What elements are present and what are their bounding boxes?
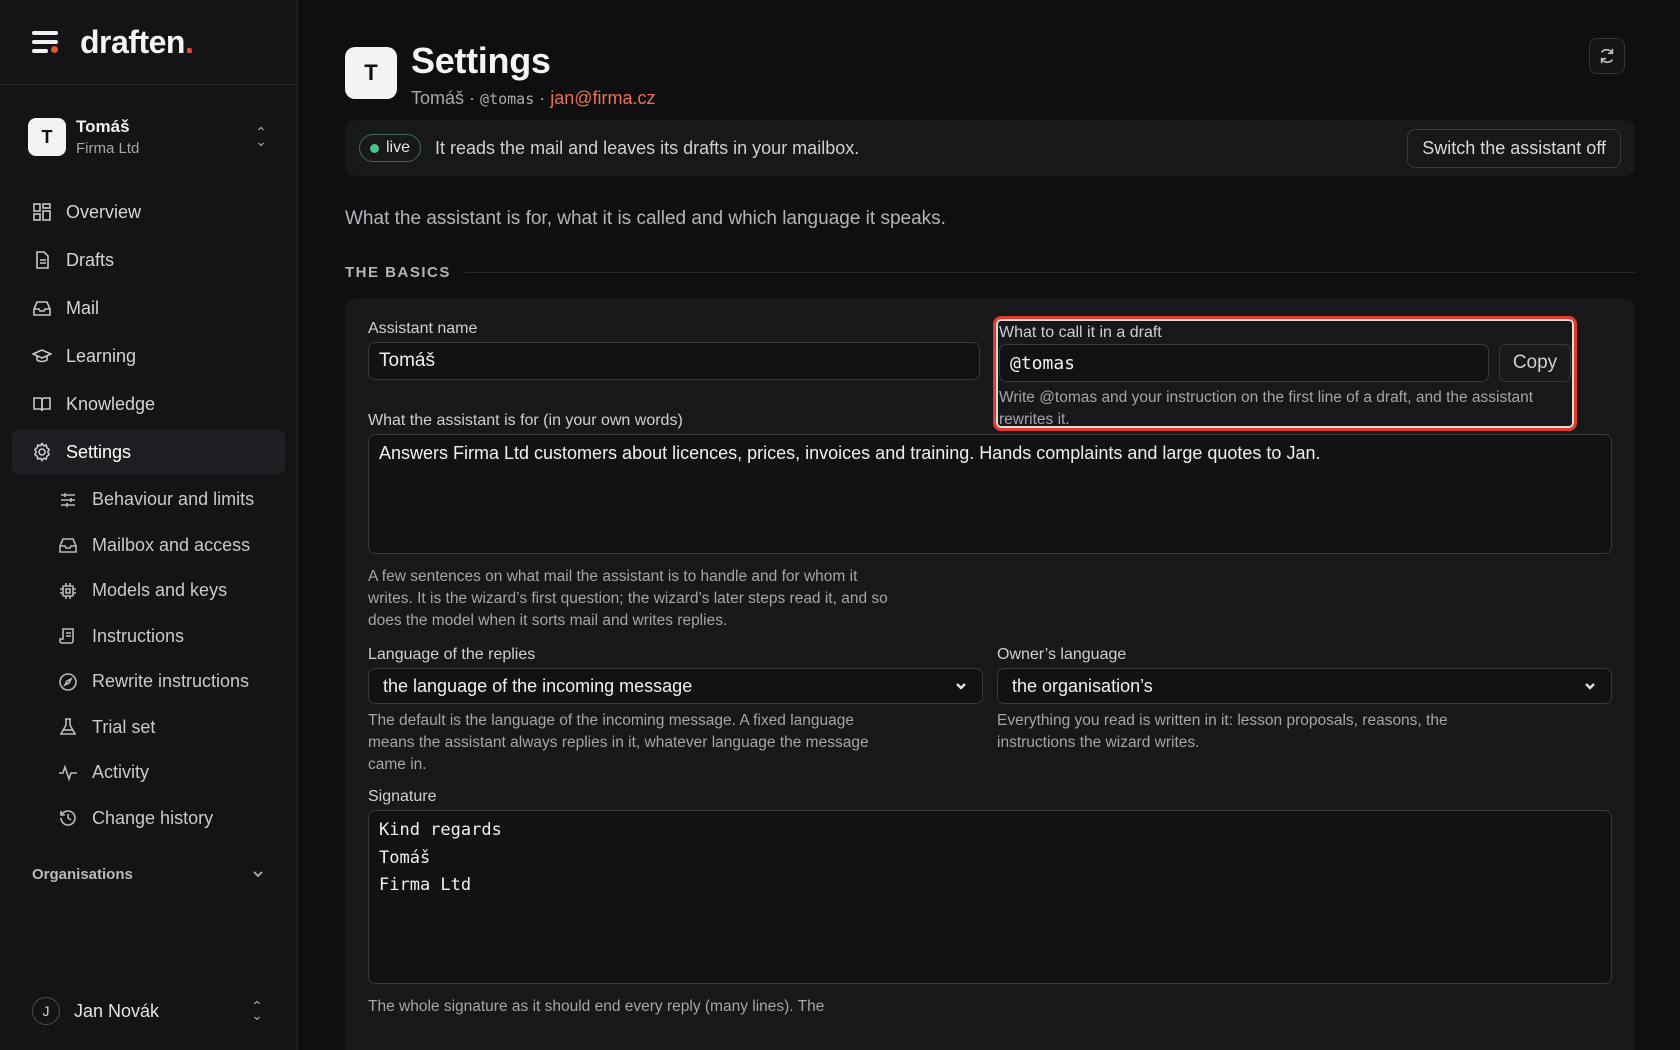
account-avatar: T: [28, 118, 66, 156]
chevron-down-icon: [956, 683, 966, 690]
user-name: Jan Novák: [74, 1000, 160, 1021]
purpose-help: A few sentences on what mail the assista…: [368, 568, 888, 629]
scroll-icon: [59, 628, 74, 645]
subnav-item-change-history[interactable]: Change history: [0, 796, 297, 842]
chevron-down-icon: [253, 871, 263, 878]
reply-language-label: Language of the replies: [368, 646, 536, 663]
assistant-status-bar: live It reads the mail and leaves its dr…: [345, 120, 1635, 176]
reply-language-help: The default is the language of the incom…: [368, 712, 869, 773]
nav-item-learning[interactable]: Learning: [12, 333, 285, 379]
draft-call-label: What to call it in a draft: [999, 324, 1162, 341]
page-header: T Settings Tomáš · @tomas · jan@firma.cz: [345, 0, 1635, 120]
settings-subnav: Behaviour and limits Mailbox and access …: [0, 477, 297, 841]
refresh-icon: [1600, 48, 1614, 64]
copy-button[interactable]: Copy: [1499, 344, 1571, 382]
draft-call-help: Write @tomas and your instruction on the…: [999, 389, 1534, 428]
graduation-cap-icon: [32, 349, 52, 363]
user-menu[interactable]: J Jan Novák ⌃ ⌄: [32, 994, 265, 1028]
draft-call-name-group: What to call it in a draft @tomas Copy W…: [993, 316, 1577, 431]
nav-item-drafts[interactable]: Drafts: [12, 237, 285, 283]
gear-icon: [33, 442, 51, 462]
status-text: It reads the mail and leaves its drafts …: [435, 137, 860, 158]
status-badge: live: [359, 134, 422, 162]
nav-item-settings[interactable]: Settings: [12, 429, 285, 475]
assistant-handle: @tomas: [480, 90, 535, 108]
brand-bar: draften.: [0, 0, 297, 85]
sidebar: draften. T Tomáš Firma Ltd ⌃ ⌄ Overview D…: [0, 0, 298, 1050]
document-icon: [36, 251, 49, 269]
assistant-name-label: Assistant name: [368, 320, 478, 337]
subnav-item-mailbox[interactable]: Mailbox and access: [0, 523, 297, 569]
flask-icon: [59, 718, 77, 736]
pulse-icon: [59, 764, 77, 782]
menu-icon[interactable]: [32, 31, 58, 53]
main-nav: Overview Drafts Mail Learning Knowledge …: [0, 189, 297, 475]
page-subtitle: Tomáš · @tomas · jan@firma.cz: [411, 88, 656, 108]
main-content: T Settings Tomáš · @tomas · jan@firma.cz…: [345, 0, 1635, 1050]
assistant-avatar: T: [345, 47, 397, 99]
subnav-item-rewrite[interactable]: Rewrite instructions: [0, 659, 297, 705]
owner-language-select[interactable]: the organisation’s: [997, 668, 1612, 704]
section-divider: [464, 271, 1635, 273]
section-intro: What the assistant is for, what it is ca…: [345, 208, 946, 229]
account-switcher[interactable]: T Tomáš Firma Ltd ⌃ ⌄: [0, 85, 297, 189]
chevron-up-down-icon: ⌃ ⌄: [255, 124, 267, 149]
account-org: Firma Ltd: [76, 140, 140, 157]
inbox-icon: [59, 538, 77, 554]
user-avatar: J: [32, 997, 60, 1025]
chip-icon: [60, 582, 76, 599]
owner-language-label: Owner’s language: [997, 646, 1127, 663]
draft-call-input[interactable]: @tomas: [999, 344, 1489, 382]
subnav-item-activity[interactable]: Activity: [0, 750, 297, 796]
book-icon: [33, 397, 51, 412]
history-icon: [60, 810, 76, 827]
reply-language-select[interactable]: the language of the incoming message: [368, 668, 983, 704]
chevron-up-down-icon: ⌃ ⌄: [251, 998, 263, 1023]
inbox-icon: [33, 301, 51, 316]
refresh-button[interactable]: [1589, 38, 1625, 74]
subnav-item-instructions[interactable]: Instructions: [0, 614, 297, 660]
assistant-name-input[interactable]: Tomáš: [368, 342, 980, 380]
subnav-item-models[interactable]: Models and keys: [0, 568, 297, 614]
purpose-textarea[interactable]: Answers Firma Ltd customers about licenc…: [368, 434, 1612, 554]
signature-textarea[interactable]: Kind regards Tomáš Firma Ltd: [368, 810, 1612, 984]
nav-item-knowledge[interactable]: Knowledge: [12, 381, 285, 427]
owner-email-link[interactable]: jan@firma.cz: [550, 88, 655, 108]
basics-card: Assistant name Tomáš What to call it in …: [345, 298, 1635, 1050]
section-header: THE BASICS: [345, 260, 1635, 284]
nav-item-overview[interactable]: Overview: [12, 189, 285, 235]
section-title: THE BASICS: [345, 263, 451, 281]
subnav-item-trial-set[interactable]: Trial set: [0, 705, 297, 751]
page-title: Settings: [411, 40, 551, 81]
brand-logo[interactable]: draften.: [80, 24, 194, 61]
account-name: Tomáš: [76, 117, 130, 136]
signature-label: Signature: [368, 788, 437, 805]
signature-help: The whole signature as it should end eve…: [368, 998, 825, 1015]
sliders-icon: [61, 492, 75, 507]
nav-item-mail[interactable]: Mail: [12, 285, 285, 331]
chevron-down-icon: [1585, 683, 1595, 690]
owner-language-help: Everything you read is written in it: le…: [997, 712, 1448, 751]
grid-icon: [33, 203, 51, 221]
subnav-item-behaviour[interactable]: Behaviour and limits: [0, 477, 297, 523]
live-dot-icon: [370, 143, 379, 153]
switch-assistant-off-button[interactable]: Switch the assistant off: [1407, 128, 1621, 168]
organisations-toggle[interactable]: Organisations: [0, 857, 297, 891]
compass-icon: [59, 672, 77, 691]
